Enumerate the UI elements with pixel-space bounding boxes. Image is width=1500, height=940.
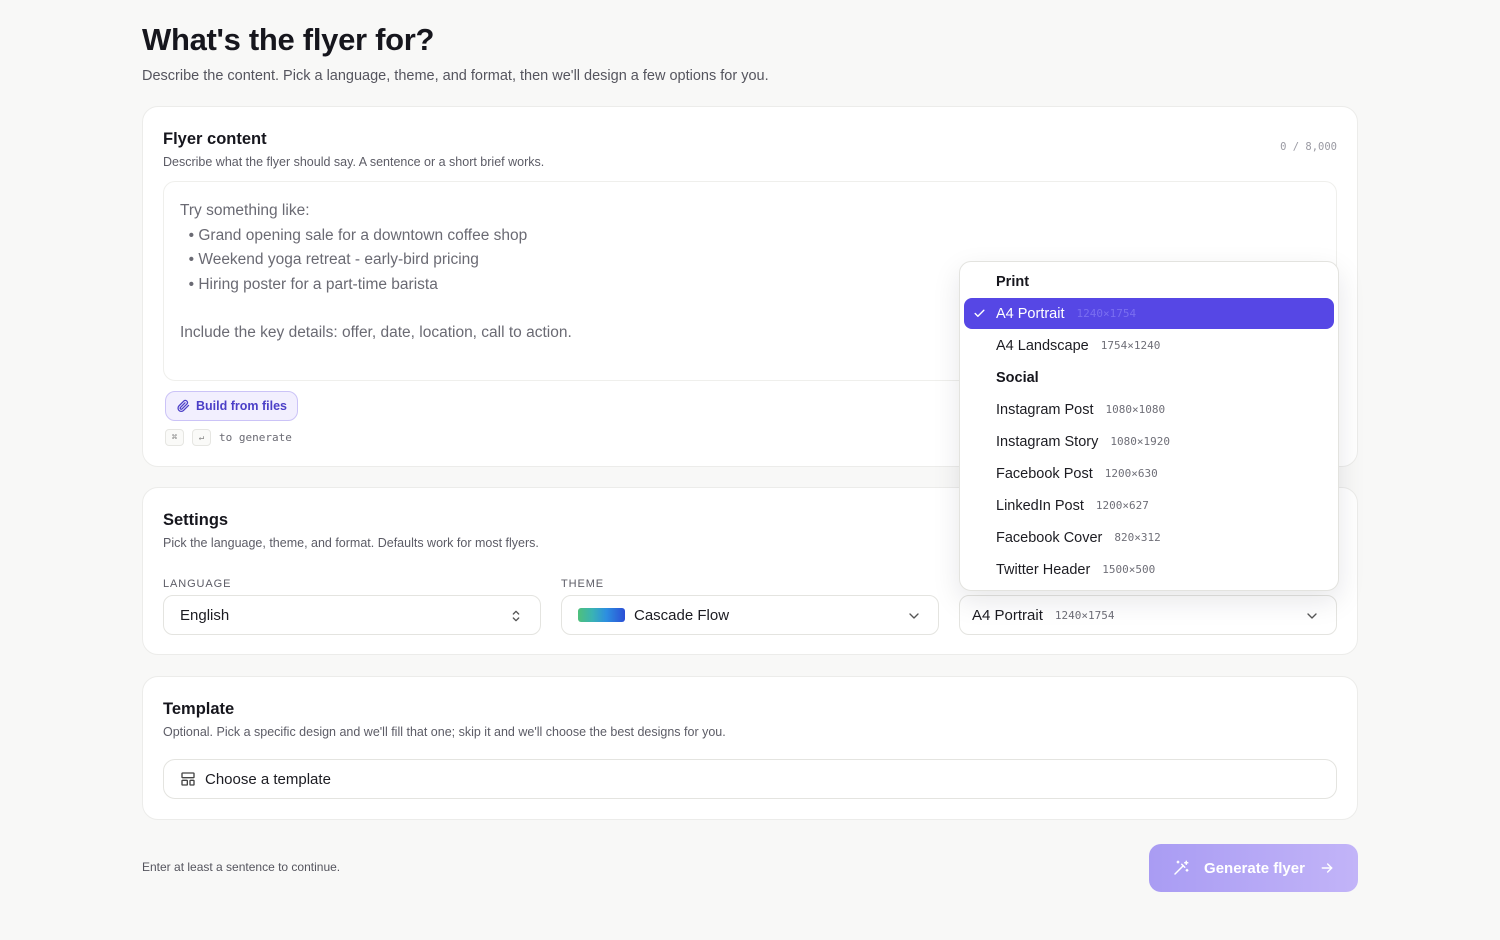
- page-subtitle: Describe the content. Pick a language, t…: [142, 68, 769, 84]
- flyer-setup-page: What's the flyer for? Describe the conte…: [0, 0, 1500, 940]
- shortcut-text: to generate: [219, 431, 292, 444]
- format-option-label: A4 Portrait: [996, 305, 1065, 322]
- format-option-dims: 1080×1080: [1105, 403, 1166, 416]
- character-counter: 0 / 8,000: [1280, 141, 1337, 153]
- theme-label: THEME: [561, 578, 604, 590]
- paperclip-icon: [177, 399, 190, 412]
- format-select[interactable]: A4 Portrait 1240×1754: [959, 595, 1337, 635]
- dropdown-group-print: Print: [996, 274, 1030, 290]
- language-value: English: [180, 606, 230, 624]
- format-option-label: Facebook Post: [996, 465, 1093, 482]
- language-select[interactable]: English: [163, 595, 541, 635]
- format-option-dims: 820×312: [1114, 531, 1161, 544]
- format-option-label: Instagram Post: [996, 401, 1094, 418]
- format-option-dims: 1200×630: [1104, 467, 1158, 480]
- footer-hint: Enter at least a sentence to continue.: [142, 860, 341, 874]
- placeholder-line: • Grand opening sale for a downtown coff…: [180, 226, 528, 244]
- format-option-instagram-story[interactable]: Instagram Story 1080×1920: [964, 426, 1334, 457]
- build-from-files-label: Build from files: [196, 399, 287, 413]
- layout-template-icon: [181, 772, 195, 786]
- build-from-files-button[interactable]: Build from files: [165, 391, 298, 421]
- magic-wand-icon: [1174, 860, 1189, 875]
- format-option-facebook-post[interactable]: Facebook Post 1200×630: [964, 458, 1334, 489]
- command-key: ⌘: [165, 429, 184, 446]
- format-option-dims: 1754×1240: [1100, 339, 1161, 352]
- settings-title: Settings: [163, 511, 229, 529]
- language-label: LANGUAGE: [163, 578, 232, 590]
- format-value: A4 Portrait: [972, 606, 1043, 624]
- choose-template-button[interactable]: Choose a template: [163, 759, 1337, 799]
- theme-value: Cascade Flow: [634, 606, 730, 624]
- generate-flyer-label: Generate flyer: [1204, 859, 1305, 877]
- flyer-content-title: Flyer content: [163, 130, 267, 148]
- theme-select[interactable]: Cascade Flow: [561, 595, 939, 635]
- arrow-right-icon: [1321, 863, 1333, 873]
- choose-template-label: Choose a template: [205, 770, 331, 788]
- settings-description: Pick the language, theme, and format. De…: [163, 536, 539, 550]
- chevron-up-down-icon: [512, 610, 520, 622]
- page-title: What's the flyer for?: [142, 22, 435, 57]
- format-option-dims: 1240×1754: [1076, 307, 1137, 320]
- template-description: Optional. Pick a specific design and we'…: [163, 725, 726, 739]
- format-option-a4-landscape[interactable]: A4 Landscape 1754×1240: [964, 330, 1334, 361]
- template-title: Template: [163, 700, 235, 718]
- format-dims: 1240×1754: [1054, 608, 1115, 622]
- format-option-dims: 1500×500: [1102, 563, 1156, 576]
- chevron-down-icon: [909, 613, 919, 619]
- format-option-label: Twitter Header: [996, 561, 1091, 578]
- format-option-dims: 1080×1920: [1110, 435, 1170, 448]
- format-option-a4-portrait[interactable]: A4 Portrait 1240×1754: [964, 298, 1334, 329]
- flyer-content-description: Describe what the flyer should say. A se…: [163, 155, 545, 169]
- dropdown-group-social: Social: [996, 370, 1039, 386]
- placeholder-line: Try something like:: [180, 202, 310, 219]
- enter-key: ↵: [192, 429, 211, 446]
- generate-flyer-button[interactable]: Generate flyer: [1149, 844, 1358, 892]
- template-card: Template Optional. Pick a specific desig…: [142, 676, 1358, 820]
- format-option-facebook-cover[interactable]: Facebook Cover 820×312: [964, 522, 1334, 553]
- format-option-twitter-header[interactable]: Twitter Header 1500×500: [964, 554, 1334, 585]
- format-option-linkedin-post[interactable]: LinkedIn Post 1200×627: [964, 490, 1334, 521]
- format-option-instagram-post[interactable]: Instagram Post 1080×1080: [964, 394, 1334, 425]
- format-dropdown-menu: Print A4 Portrait 1240×1754 A4 Landscape…: [959, 261, 1339, 591]
- format-option-label: Facebook Cover: [996, 529, 1103, 546]
- format-option-label: Instagram Story: [996, 433, 1099, 450]
- keyboard-shortcut-hint: ⌘ ↵ to generate: [165, 429, 292, 446]
- format-option-dims: 1200×627: [1095, 499, 1149, 512]
- format-option-label: A4 Landscape: [996, 337, 1089, 354]
- theme-color-swatch: [578, 608, 625, 622]
- format-option-label: LinkedIn Post: [996, 497, 1084, 514]
- chevron-down-icon: [1307, 613, 1317, 619]
- check-icon: [974, 309, 985, 317]
